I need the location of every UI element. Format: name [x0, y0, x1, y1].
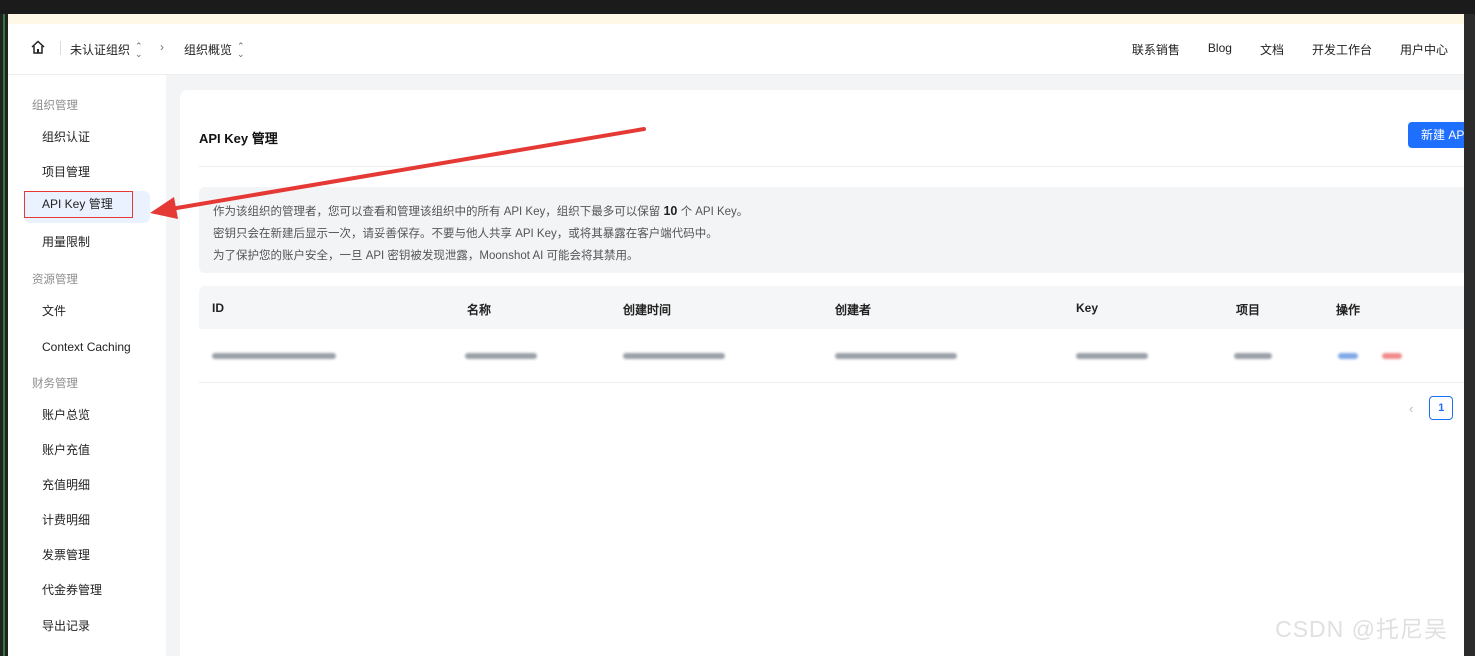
sidebar-item-project-management[interactable]: 项目管理 — [24, 156, 150, 188]
pagination: ‹ 1 — [1409, 396, 1454, 420]
nav-divider — [60, 41, 61, 55]
blurred-project-cell — [1234, 353, 1272, 359]
org-switcher[interactable]: 未认证组织 ⌃ ⌄ — [70, 41, 143, 58]
sidebar-item-account-overview[interactable]: 账户总览 — [24, 399, 150, 431]
sidebar-item-billing-details[interactable]: 计费明细 — [24, 504, 150, 536]
sidebar-item-api-key-management[interactable]: API Key 管理 — [24, 191, 150, 223]
breadcrumb-chevron-icon: › — [160, 40, 164, 54]
page-button-current[interactable]: 1 — [1429, 396, 1454, 420]
blurred-id-cell — [212, 353, 336, 359]
sidebar-group-finance: 财务管理 — [32, 378, 78, 390]
notice-line-2: 密钥只会在新建后显示一次，请妥善保存。不要与他人共享 API Key，或将其暴露… — [213, 228, 718, 240]
sidebar-item-context-caching[interactable]: Context Caching — [24, 331, 150, 363]
column-header-project: 项目 — [1236, 303, 1261, 317]
sidebar: 组织管理 组织认证 项目管理 API Key 管理 用量限制 资源管理 文件 C… — [8, 75, 166, 656]
top-banner — [8, 14, 1464, 24]
window-right-edge — [1464, 14, 1475, 656]
app-window: 未认证组织 ⌃ ⌄ › 组织概览 ⌃ ⌄ 联系销售 Blog 文档 开发工作台 用户… — [8, 14, 1464, 656]
edit-action-link[interactable] — [1338, 353, 1358, 359]
table-row — [199, 329, 1464, 383]
nav-link-user-center[interactable]: 用户中心 — [1400, 41, 1448, 58]
column-header-created-at: 创建时间 — [623, 303, 672, 317]
sidebar-group-org: 组织管理 — [32, 100, 78, 112]
blurred-name-cell — [465, 353, 537, 359]
chevron-left-icon[interactable]: ‹ — [1409, 401, 1413, 416]
column-header-actions: 操作 — [1336, 303, 1361, 317]
sidebar-item-export-records[interactable]: 导出记录 — [24, 610, 150, 642]
sidebar-item-label: API Key 管理 — [24, 191, 133, 218]
window-left-edge — [0, 14, 8, 656]
column-header-key: Key — [1076, 301, 1099, 315]
blurred-creator-cell — [835, 353, 957, 359]
sidebar-group-resources: 资源管理 — [32, 274, 78, 286]
nav-links: 联系销售 Blog 文档 开发工作台 用户中心 — [1132, 41, 1448, 58]
updown-chevron-icon: ⌃ ⌄ — [135, 40, 143, 59]
page-title: API Key 管理 — [199, 131, 278, 146]
main-content: API Key 管理 新建 API 作为该组织的管理者，您可以查看和管理该组织中… — [166, 75, 1464, 656]
table-header: ID 名称 创建时间 创建者 Key 项目 操作 — [199, 286, 1464, 329]
notice-line-1: 作为该组织的管理者，您可以查看和管理该组织中的所有 API Key，组织下最多可… — [213, 204, 749, 218]
column-header-name: 名称 — [467, 303, 492, 317]
blurred-created-at-cell — [623, 353, 725, 359]
nav-link-blog[interactable]: Blog — [1208, 41, 1232, 58]
api-key-card: API Key 管理 新建 API 作为该组织的管理者，您可以查看和管理该组织中… — [180, 90, 1464, 656]
sidebar-item-invoice-management[interactable]: 发票管理 — [24, 539, 150, 571]
notice-box: 作为该组织的管理者，您可以查看和管理该组织中的所有 API Key，组织下最多可… — [199, 187, 1464, 273]
home-icon[interactable] — [30, 39, 46, 55]
overview-switcher-label: 组织概览 — [184, 43, 233, 57]
sidebar-item-account-recharge[interactable]: 账户充值 — [24, 434, 150, 466]
new-api-key-button[interactable]: 新建 API — [1408, 122, 1464, 148]
updown-chevron-icon: ⌃ ⌄ — [237, 40, 245, 59]
sidebar-item-org-verification[interactable]: 组织认证 — [24, 121, 150, 153]
notice-line-3: 为了保护您的账户安全，一旦 API 密钥被发现泄露，Moonshot AI 可能… — [213, 250, 639, 262]
column-header-creator: 创建者 — [835, 303, 872, 317]
overview-switcher[interactable]: 组织概览 ⌃ ⌄ — [184, 41, 245, 58]
top-navigation: 未认证组织 ⌃ ⌄ › 组织概览 ⌃ ⌄ 联系销售 Blog 文档 开发工作台 用户… — [8, 24, 1464, 75]
column-header-id: ID — [212, 301, 224, 315]
nav-link-docs[interactable]: 文档 — [1260, 41, 1284, 58]
nav-link-contact-sales[interactable]: 联系销售 — [1132, 41, 1180, 58]
csdn-watermark: CSDN @托尼吴 — [1275, 616, 1448, 642]
sidebar-item-usage-limits[interactable]: 用量限制 — [24, 226, 150, 258]
delete-action-link[interactable] — [1382, 353, 1402, 359]
blurred-key-cell — [1076, 353, 1148, 359]
sidebar-item-voucher-management[interactable]: 代金券管理 — [24, 574, 150, 606]
org-switcher-label: 未认证组织 — [70, 43, 131, 57]
nav-link-dev-workbench[interactable]: 开发工作台 — [1312, 41, 1372, 58]
sidebar-item-recharge-details[interactable]: 充值明细 — [24, 469, 150, 501]
title-divider — [199, 166, 1464, 167]
sidebar-item-files[interactable]: 文件 — [24, 295, 150, 327]
key-limit-count: 10 — [663, 204, 678, 218]
